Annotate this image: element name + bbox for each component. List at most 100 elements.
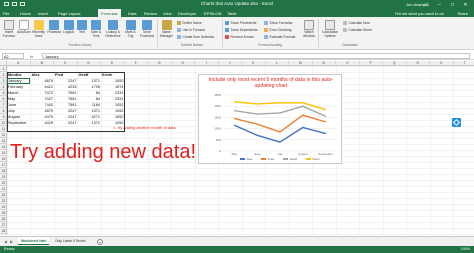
sheet-tab-only-latest[interactable]: Only Latest 5 Series bbox=[52, 237, 89, 245]
tab-epsilon[interactable]: EPSILON bbox=[204, 11, 221, 16]
prev-sheet-icon[interactable]: ◀ bbox=[4, 239, 7, 244]
line-chart[interactable]: Include only most recent 5 months of dat… bbox=[198, 74, 342, 164]
tab-home[interactable]: Home bbox=[20, 11, 31, 16]
dropbox-icon[interactable] bbox=[452, 118, 461, 127]
book-icon bbox=[49, 20, 59, 30]
calculator-icon bbox=[343, 21, 347, 25]
data-point[interactable] bbox=[233, 118, 235, 120]
data-point[interactable] bbox=[279, 102, 281, 104]
data-point[interactable] bbox=[325, 121, 327, 123]
tab-page-layout[interactable]: Page Layout bbox=[58, 11, 80, 16]
magnifier-icon bbox=[264, 35, 268, 39]
glasses-icon bbox=[304, 20, 314, 30]
data-point[interactable] bbox=[256, 134, 258, 136]
legend-label: Geoff bbox=[289, 157, 297, 161]
name-manager-button[interactable]: Name Manager bbox=[159, 20, 174, 38]
table-cell[interactable]: 1052 bbox=[102, 120, 123, 126]
data-point[interactable] bbox=[325, 115, 327, 117]
data-point[interactable] bbox=[302, 105, 304, 107]
calculation-options-button[interactable]: Calculation Options bbox=[320, 20, 340, 38]
text-button[interactable]: Text bbox=[76, 20, 88, 35]
watch-window-button[interactable]: Watch Window bbox=[302, 20, 316, 38]
data-point[interactable] bbox=[279, 112, 281, 114]
fx-icon bbox=[4, 20, 14, 30]
remove-arrows-button[interactable]: Remove Arrows bbox=[225, 35, 254, 39]
data-point[interactable] bbox=[233, 110, 235, 112]
data-point[interactable] bbox=[302, 126, 304, 128]
tab-file[interactable]: File bbox=[3, 11, 9, 16]
tab-review[interactable]: Review bbox=[144, 11, 157, 16]
data-point[interactable] bbox=[302, 114, 304, 116]
evaluate-formula-button[interactable]: Evaluate Formula bbox=[264, 35, 295, 39]
add-sheet-icon[interactable]: + bbox=[97, 238, 103, 245]
lookup-reference-button[interactable]: Lookup & Reference bbox=[104, 20, 122, 38]
trace-dependents-button[interactable]: Trace Dependents bbox=[225, 28, 258, 32]
data-point[interactable] bbox=[256, 113, 258, 115]
more-functions-button[interactable]: More Functions bbox=[139, 20, 155, 38]
error-checking-button[interactable]: Error Checking bbox=[264, 28, 292, 32]
formula-input[interactable]: January bbox=[42, 53, 470, 59]
table-cell[interactable]: 4429 bbox=[32, 120, 53, 126]
data-point[interactable] bbox=[256, 123, 258, 125]
create-from-selection-button[interactable]: Create from Selection bbox=[177, 35, 214, 39]
date-time-button[interactable]: Date & Time bbox=[89, 20, 103, 38]
tell-me-box[interactable]: Tell me what you want to do bbox=[395, 11, 444, 16]
calculate-now-button[interactable]: Calculate Now bbox=[343, 21, 370, 25]
selected-cell bbox=[7, 78, 30, 84]
tab-table[interactable]: Table bbox=[227, 11, 237, 16]
share-button[interactable]: Share bbox=[457, 11, 468, 16]
show-formulas-button[interactable]: Show Formulas bbox=[264, 21, 292, 25]
legend-item[interactable]: Kevin bbox=[305, 157, 320, 161]
series-line-geoff[interactable] bbox=[234, 105, 326, 117]
minimize-icon[interactable]: – bbox=[433, 0, 446, 9]
financial-button[interactable]: Financial bbox=[47, 20, 61, 35]
zoom-level[interactable]: 100% bbox=[461, 247, 470, 251]
series-line-alex[interactable] bbox=[234, 124, 326, 143]
autosum-button[interactable]: AutoSum bbox=[17, 20, 31, 35]
data-point[interactable] bbox=[279, 141, 281, 143]
data-point[interactable] bbox=[233, 124, 235, 126]
tab-insert[interactable]: Insert bbox=[38, 11, 48, 16]
row-header[interactable]: 28 bbox=[0, 228, 7, 234]
tab-view[interactable]: View bbox=[163, 11, 172, 16]
arrow-icon bbox=[225, 28, 229, 32]
y-tick-label: 1000 bbox=[214, 127, 221, 131]
data-point[interactable] bbox=[302, 102, 304, 104]
headline-note: Try adding new data! bbox=[10, 141, 197, 163]
sheet-tab-worksheet-navi[interactable]: Worksheet Navi bbox=[18, 237, 50, 245]
logical-button[interactable]: Logical bbox=[62, 20, 75, 35]
data-point[interactable] bbox=[325, 133, 327, 135]
ribbon-display-icon[interactable]: ▭ bbox=[420, 0, 433, 9]
y-tick-label: 1500 bbox=[214, 115, 221, 119]
close-icon[interactable]: ✕ bbox=[459, 0, 472, 9]
fx-label[interactable]: fx bbox=[30, 54, 33, 59]
data-point[interactable] bbox=[279, 131, 281, 133]
name-box[interactable]: A2 bbox=[2, 53, 24, 59]
legend-item[interactable]: Geoff bbox=[283, 157, 297, 161]
trace-precedents-button[interactable]: Trace Precedents bbox=[225, 21, 256, 25]
table-cell[interactable]: 2247 bbox=[55, 120, 76, 126]
use-in-formula-button[interactable]: Use in Formula bbox=[177, 28, 205, 32]
data-point[interactable] bbox=[325, 109, 327, 111]
math-trig-button[interactable]: Math & Trig bbox=[123, 20, 138, 38]
legend-item[interactable]: Alex bbox=[240, 157, 252, 161]
maximize-icon[interactable]: □ bbox=[446, 0, 459, 9]
tab-data[interactable]: Data bbox=[128, 11, 136, 16]
calculate-sheet-button[interactable]: Calculate Sheet bbox=[343, 28, 372, 32]
define-name-button[interactable]: Define Name bbox=[177, 21, 202, 25]
window-controls: ▭ – □ ✕ bbox=[420, 0, 472, 9]
data-point[interactable] bbox=[256, 103, 258, 105]
legend-item[interactable]: Fred bbox=[261, 157, 274, 161]
table-cell[interactable]: September bbox=[8, 120, 30, 126]
tag-icon bbox=[177, 21, 181, 25]
recently-used-button[interactable]: Recently Used bbox=[31, 20, 46, 38]
tab-formulas[interactable]: Formulas bbox=[98, 9, 121, 17]
tab-developer[interactable]: Developer bbox=[178, 11, 196, 16]
data-point[interactable] bbox=[233, 101, 235, 103]
group-label-formula-auditing: Formula Auditing bbox=[258, 43, 282, 47]
table-cell[interactable]: 1371 bbox=[79, 120, 100, 126]
insert-function-button[interactable]: Insert Function bbox=[2, 20, 16, 38]
next-sheet-icon[interactable]: ▶ bbox=[10, 239, 13, 244]
y-tick-label: 2000 bbox=[214, 104, 221, 108]
legend-swatch bbox=[283, 158, 289, 160]
